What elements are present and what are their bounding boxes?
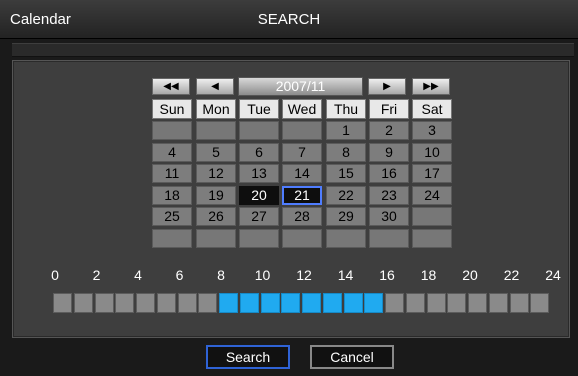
day-cell-14[interactable]: 14 <box>282 164 322 183</box>
hour-block-17[interactable] <box>405 293 425 313</box>
hour-block-8[interactable] <box>219 293 238 313</box>
day-name-wed: Wed <box>282 99 322 119</box>
hour-block-15[interactable] <box>364 293 384 313</box>
day-cell-3[interactable]: 3 <box>412 121 452 140</box>
next-year-button[interactable]: ▶▶ <box>412 78 450 95</box>
hour-label-24: 24 <box>545 267 561 283</box>
day-cell-empty <box>196 121 236 140</box>
day-cell-27[interactable]: 27 <box>239 207 279 226</box>
day-cell-5[interactable]: 5 <box>196 142 236 162</box>
day-cell-1[interactable]: 1 <box>326 121 366 140</box>
day-cell-empty <box>152 121 192 140</box>
day-cell-empty <box>239 121 279 140</box>
hour-label-12: 12 <box>296 267 312 283</box>
hour-label-20: 20 <box>462 267 478 283</box>
hour-block-14[interactable] <box>343 293 363 313</box>
hour-block-0[interactable] <box>53 293 72 313</box>
day-cell-22[interactable]: 22 <box>326 185 366 205</box>
day-cell-17[interactable]: 17 <box>412 164 452 183</box>
hour-block-2[interactable] <box>94 293 114 313</box>
next-month-button[interactable]: ▶ <box>368 78 406 95</box>
day-cell-empty <box>196 228 236 248</box>
hour-label-8: 8 <box>217 267 225 283</box>
hour-block-7[interactable] <box>198 293 218 313</box>
hour-block-19[interactable] <box>447 293 467 313</box>
screen-title: SEARCH <box>257 11 321 28</box>
day-cell-12[interactable]: 12 <box>196 164 236 183</box>
day-name-sat: Sat <box>412 99 452 119</box>
cancel-button[interactable]: Cancel <box>310 345 394 369</box>
day-cell-10[interactable]: 10 <box>412 142 452 162</box>
hour-block-12[interactable] <box>302 293 321 313</box>
day-cell-15[interactable]: 15 <box>326 164 366 183</box>
day-cell-24[interactable]: 24 <box>412 185 452 205</box>
day-name-mon: Mon <box>196 99 236 119</box>
day-cell-20[interactable]: 20 <box>239 185 279 205</box>
day-cell-28[interactable]: 28 <box>282 207 322 226</box>
hour-block-23[interactable] <box>530 293 550 313</box>
day-cell-19[interactable]: 19 <box>196 185 236 205</box>
hour-block-10[interactable] <box>260 293 280 313</box>
day-cell-11[interactable]: 11 <box>152 164 192 183</box>
hour-label-2: 2 <box>92 267 101 283</box>
hour-label-14: 14 <box>337 267 354 283</box>
day-cell-21[interactable]: 21 <box>282 185 322 205</box>
day-cell-2[interactable]: 2 <box>369 121 409 140</box>
day-cell-empty <box>282 228 322 248</box>
hour-block-16[interactable] <box>385 293 404 313</box>
day-cell-empty <box>152 228 192 248</box>
day-cell-23[interactable]: 23 <box>369 185 409 205</box>
title-bar: Calendar SEARCH <box>0 0 578 39</box>
day-cell-empty <box>369 228 409 248</box>
hour-label-10: 10 <box>254 267 271 283</box>
day-cell-4[interactable]: 4 <box>152 142 192 162</box>
prev-month-button[interactable]: ◀ <box>196 78 234 95</box>
hour-block-13[interactable] <box>322 293 342 313</box>
hour-block-4[interactable] <box>136 293 155 313</box>
hour-label-16: 16 <box>379 267 395 283</box>
month-year-label: 2007/11 <box>238 77 363 96</box>
day-cell-6[interactable]: 6 <box>239 142 279 162</box>
hour-block-6[interactable] <box>177 293 197 313</box>
day-cell-9[interactable]: 9 <box>369 142 409 162</box>
day-cell-empty <box>326 228 366 248</box>
hour-block-3[interactable] <box>115 293 135 313</box>
header-strip <box>12 43 574 57</box>
day-name-thu: Thu <box>326 99 366 119</box>
day-cell-18[interactable]: 18 <box>152 185 192 205</box>
day-cell-13[interactable]: 13 <box>239 164 279 183</box>
hour-label-4: 4 <box>134 267 142 283</box>
day-name-fri: Fri <box>369 99 409 119</box>
hour-label-6: 6 <box>175 267 184 283</box>
day-cell-empty <box>239 228 279 248</box>
day-cell-empty <box>412 207 452 226</box>
hour-block-22[interactable] <box>509 293 529 313</box>
day-cell-8[interactable]: 8 <box>326 142 366 162</box>
hour-label-22: 22 <box>503 267 520 283</box>
hour-block-9[interactable] <box>239 293 259 313</box>
day-name-sun: Sun <box>152 99 192 119</box>
hour-label-0: 0 <box>51 267 59 283</box>
day-cell-empty <box>282 121 322 140</box>
day-cell-30[interactable]: 30 <box>369 207 409 226</box>
day-cell-26[interactable]: 26 <box>196 207 236 226</box>
day-cell-25[interactable]: 25 <box>152 207 192 226</box>
search-button[interactable]: Search <box>206 345 290 369</box>
hour-block-18[interactable] <box>426 293 446 313</box>
day-name-tue: Tue <box>239 99 279 119</box>
day-cell-29[interactable]: 29 <box>326 207 366 226</box>
hour-block-21[interactable] <box>488 293 508 313</box>
hour-block-1[interactable] <box>73 293 93 313</box>
day-cell-empty <box>412 228 452 248</box>
prev-year-button[interactable]: ◀◀ <box>152 78 190 95</box>
hour-block-20[interactable] <box>468 293 487 313</box>
day-cell-7[interactable]: 7 <box>282 142 322 162</box>
hour-block-11[interactable] <box>281 293 301 313</box>
hour-label-18: 18 <box>420 267 437 283</box>
day-cell-16[interactable]: 16 <box>369 164 409 183</box>
hour-block-5[interactable] <box>156 293 176 313</box>
